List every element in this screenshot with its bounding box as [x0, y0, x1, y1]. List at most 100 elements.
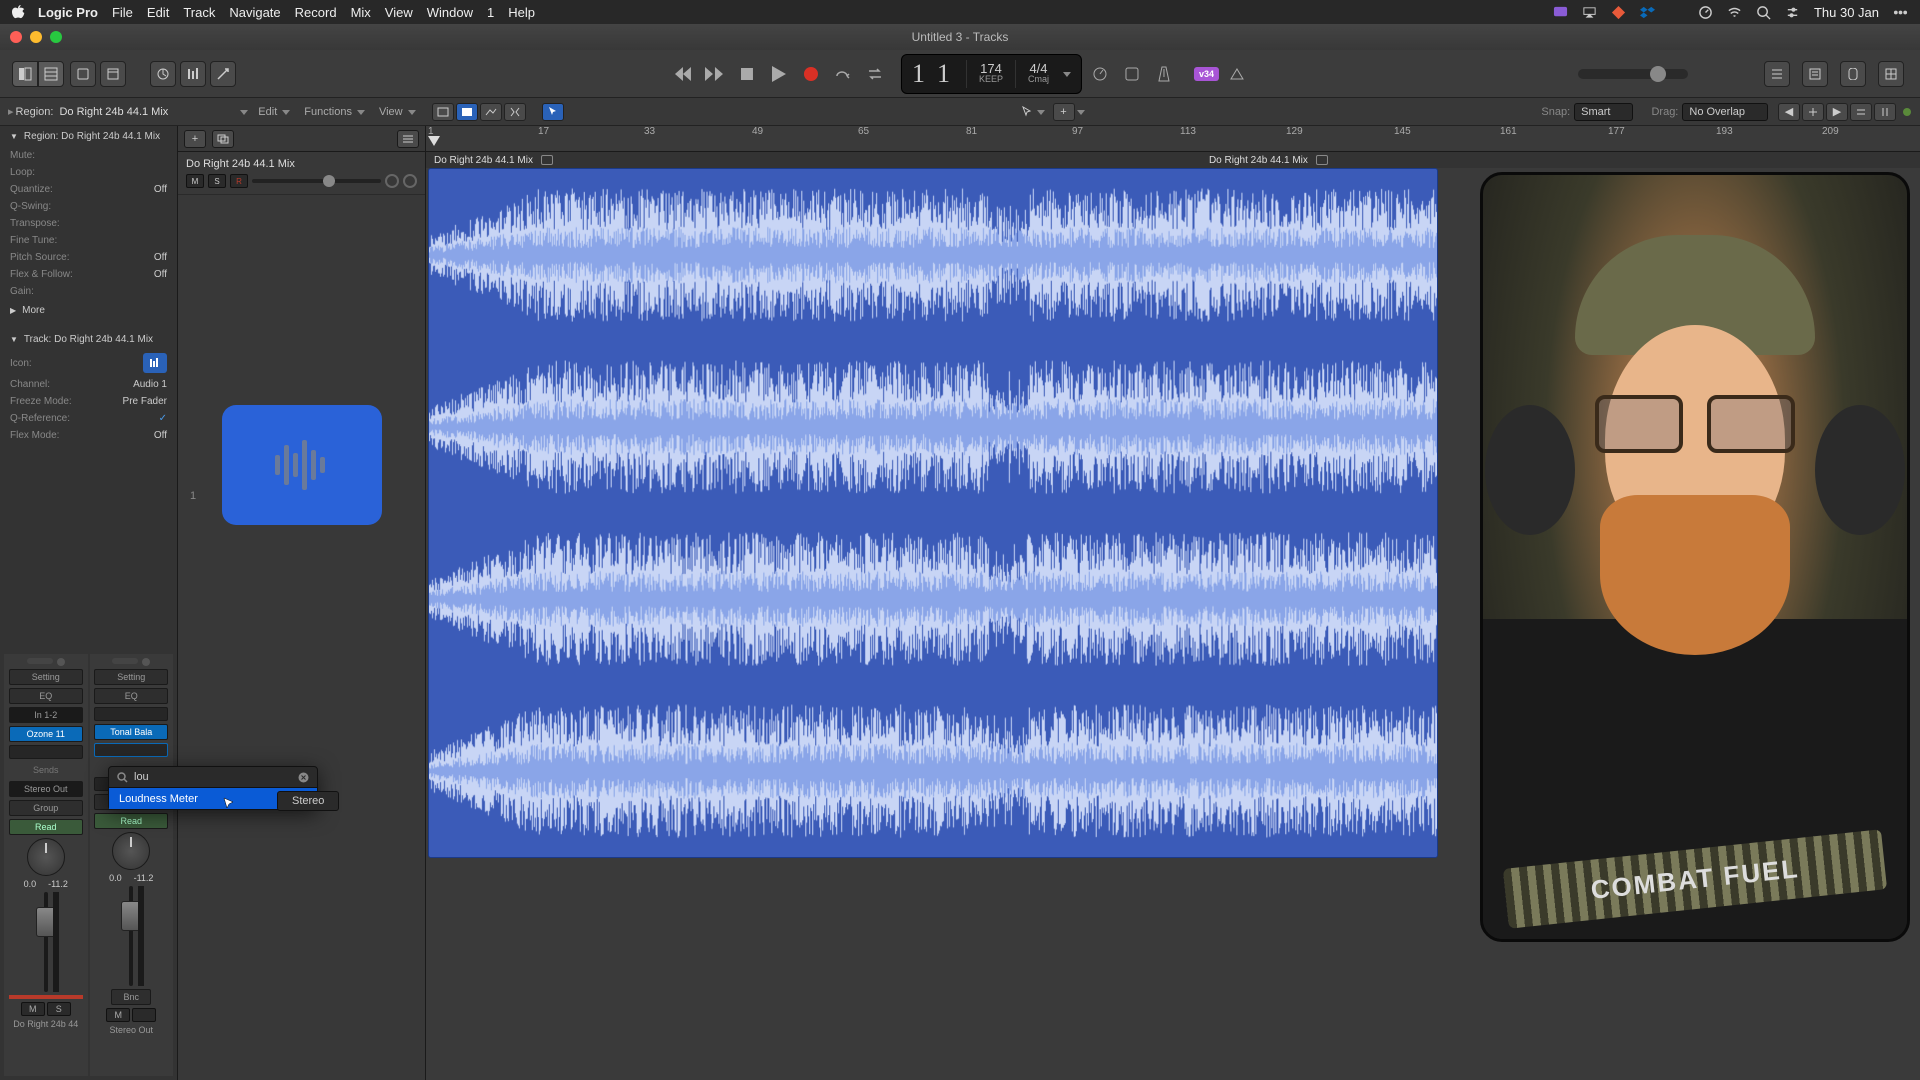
snap-dropdown[interactable]: Smart: [1574, 103, 1633, 121]
track-inspector-header[interactable]: ▼Track: Do Right 24b 44.1 Mix: [0, 329, 177, 350]
ruler-tick[interactable]: 81: [966, 126, 977, 137]
track-mute[interactable]: M: [186, 174, 204, 188]
stop-button[interactable]: [733, 60, 761, 88]
loop-indicator-icon[interactable]: [541, 155, 553, 165]
lcd-beat[interactable]: 1: [937, 68, 954, 79]
link-button[interactable]: [432, 103, 454, 121]
lcd-timesig[interactable]: 4/4: [1029, 63, 1047, 74]
media-browser-button[interactable]: [1878, 61, 1904, 87]
gauge-icon[interactable]: [1698, 5, 1713, 20]
setting-button[interactable]: Setting: [94, 669, 168, 685]
vertical-auto-zoom[interactable]: [1850, 103, 1872, 121]
clock-dots-icon[interactable]: [1893, 5, 1908, 20]
region-inspector-header[interactable]: ▼Region: Do Right 24b 44.1 Mix: [0, 126, 177, 147]
duplicate-track-button[interactable]: [212, 130, 234, 148]
add-track-button[interactable]: +: [184, 130, 206, 148]
plugin-search-input[interactable]: [134, 771, 292, 783]
solo-button[interactable]: [132, 1008, 156, 1022]
plugin-slot-2[interactable]: [9, 745, 83, 759]
metronome-button[interactable]: [1150, 60, 1178, 88]
lcd-tempo[interactable]: 174: [980, 63, 1002, 74]
edit-menu[interactable]: Edit: [258, 106, 290, 118]
view-menu[interactable]: View: [379, 106, 416, 118]
stereo-mode[interactable]: [57, 658, 65, 666]
setting-button[interactable]: Setting: [9, 669, 83, 685]
plugin-slot-2[interactable]: [94, 743, 168, 757]
waveform-zoom[interactable]: [1802, 103, 1824, 121]
menu-help[interactable]: Help: [508, 5, 535, 20]
record-button[interactable]: [797, 60, 825, 88]
nudge-right[interactable]: ▶: [1826, 103, 1848, 121]
pan-knob[interactable]: [27, 838, 65, 876]
catch-button[interactable]: [456, 103, 478, 121]
track-volume-slider[interactable]: [252, 179, 381, 183]
count-in-button[interactable]: [1118, 60, 1146, 88]
volume-fader[interactable]: [116, 886, 146, 986]
track-solo[interactable]: S: [208, 174, 226, 188]
region-name-display[interactable]: Do Right 24b 44.1 Mix: [59, 106, 168, 118]
mixer-toggle[interactable]: [180, 61, 206, 87]
ruler-tick[interactable]: 193: [1716, 126, 1733, 137]
lcd-menu-chevron[interactable]: [1061, 68, 1071, 80]
toolbar-toggle[interactable]: [100, 61, 126, 87]
plugin-slot-1[interactable]: Tonal Bala: [94, 724, 168, 740]
pan-arc[interactable]: [27, 658, 53, 664]
ruler-tick[interactable]: 177: [1608, 126, 1625, 137]
master-volume-slider[interactable]: [1578, 69, 1688, 79]
eq-button[interactable]: EQ: [9, 688, 83, 704]
track-record[interactable]: R: [230, 174, 248, 188]
menu-window[interactable]: Window: [427, 5, 473, 20]
audio-region[interactable]: [428, 168, 1438, 858]
raycast-icon[interactable]: [1611, 5, 1626, 20]
track-nav-chevron[interactable]: [238, 106, 248, 118]
lcd-display[interactable]: 1 1 174KEEP 4/4Cmaj: [901, 54, 1082, 94]
pan-knob[interactable]: [112, 832, 150, 870]
menu-1[interactable]: 1: [487, 5, 494, 20]
solo-button[interactable]: S: [47, 1002, 71, 1016]
ruler-tick[interactable]: 1: [428, 126, 434, 137]
ruler-tick[interactable]: 209: [1822, 126, 1839, 137]
track-icon-picker[interactable]: [143, 353, 167, 373]
strip-name[interactable]: Stereo Out: [109, 1025, 153, 1035]
library-toggle[interactable]: [12, 61, 38, 87]
tuner-button[interactable]: [1086, 60, 1114, 88]
editors-toggle[interactable]: [210, 61, 236, 87]
wifi-icon[interactable]: [1727, 5, 1742, 20]
clear-search-icon[interactable]: [298, 772, 309, 783]
add-tool[interactable]: +: [1053, 103, 1075, 121]
ruler-tick[interactable]: 129: [1286, 126, 1303, 137]
input-slot[interactable]: [94, 707, 168, 721]
maximize-button[interactable]: [50, 31, 62, 43]
menu-mix[interactable]: Mix: [351, 5, 371, 20]
menu-track[interactable]: Track: [183, 5, 215, 20]
bar-ruler[interactable]: 1173349658197113129145161177193209: [426, 126, 1920, 152]
flex-button[interactable]: [504, 103, 526, 121]
menu-record[interactable]: Record: [295, 5, 337, 20]
mute-button[interactable]: M: [106, 1008, 130, 1022]
selection-tool[interactable]: [542, 103, 564, 121]
screenshare-icon[interactable]: [1553, 5, 1568, 20]
functions-menu[interactable]: Functions: [304, 106, 365, 118]
eq-button[interactable]: EQ: [94, 688, 168, 704]
search-icon[interactable]: [1756, 5, 1771, 20]
smart-controls-toggle[interactable]: [150, 61, 176, 87]
nudge-left[interactable]: ◀: [1778, 103, 1800, 121]
rewind-button[interactable]: [669, 60, 697, 88]
replace-button[interactable]: [861, 60, 889, 88]
ruler-tick[interactable]: 65: [858, 126, 869, 137]
version-badge[interactable]: v34: [1194, 67, 1219, 81]
pointer-tool-icon[interactable]: [1021, 106, 1035, 118]
automation-mode[interactable]: Read: [94, 813, 168, 829]
ruler-tick[interactable]: 113: [1180, 126, 1196, 137]
automation-mode[interactable]: Read: [9, 819, 83, 835]
ruler-tick[interactable]: 17: [538, 126, 549, 137]
menu-view[interactable]: View: [385, 5, 413, 20]
menubar-clock[interactable]: Thu 30 Jan: [1814, 5, 1879, 20]
forward-button[interactable]: [701, 60, 729, 88]
output-slot[interactable]: Stereo Out: [9, 781, 83, 797]
dropbox-icon[interactable]: [1640, 5, 1655, 20]
inspector-toggle[interactable]: [38, 61, 64, 87]
horizontal-auto-zoom[interactable]: [1874, 103, 1896, 121]
ruler-tick[interactable]: 33: [644, 126, 655, 137]
minimize-button[interactable]: [30, 31, 42, 43]
